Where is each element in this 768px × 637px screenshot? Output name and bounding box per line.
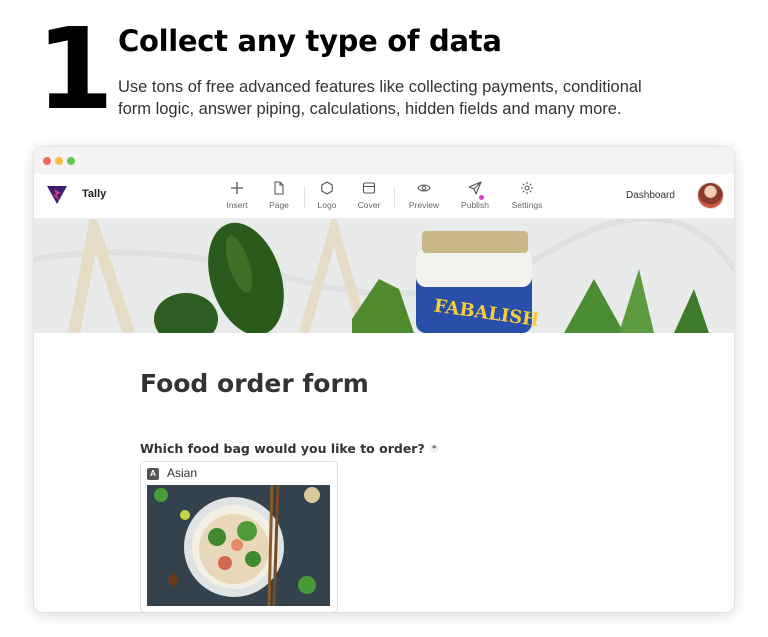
question-label[interactable]: Which food bag would you like to order? * bbox=[140, 441, 439, 456]
form-cover-image: FABALISH bbox=[34, 219, 734, 333]
page-button[interactable]: Page bbox=[254, 181, 304, 210]
plus-icon bbox=[231, 182, 243, 194]
headline: Collect any type of data bbox=[118, 24, 502, 58]
settings-label: Settings bbox=[511, 200, 543, 210]
page-label: Page bbox=[269, 200, 289, 210]
preview-button[interactable]: Preview bbox=[399, 181, 449, 210]
description: Use tons of free advanced features like … bbox=[118, 78, 642, 118]
dashboard-link[interactable]: Dashboard bbox=[626, 190, 675, 201]
editor-toolbar: Tally Insert Page Logo Cover Preview Pub… bbox=[34, 174, 734, 219]
asian-food-image bbox=[147, 485, 330, 606]
question-text: Which food bag would you like to order? bbox=[140, 441, 425, 456]
cover-label: Cover bbox=[357, 200, 381, 210]
brand-name: Tally bbox=[82, 188, 107, 200]
cover-icon bbox=[362, 182, 376, 194]
send-icon bbox=[468, 181, 482, 195]
minimize-window-button[interactable] bbox=[55, 157, 63, 165]
maximize-window-button[interactable] bbox=[67, 157, 75, 165]
step-number: 1 bbox=[36, 5, 114, 135]
publish-indicator-dot bbox=[479, 195, 484, 200]
required-icon: * bbox=[429, 444, 439, 453]
preview-label: Preview bbox=[408, 200, 440, 210]
publish-label: Publish bbox=[461, 200, 489, 210]
toolbar-divider bbox=[394, 186, 395, 208]
cover-button[interactable]: Cover bbox=[344, 181, 394, 210]
window-titlebar bbox=[34, 147, 734, 174]
hexagon-icon bbox=[321, 181, 333, 195]
eye-icon bbox=[417, 184, 431, 192]
close-window-button[interactable] bbox=[43, 157, 51, 165]
form-body: Food order form Which food bag would you… bbox=[34, 333, 734, 612]
settings-button[interactable]: Settings bbox=[502, 181, 552, 210]
app-window: Tally Insert Page Logo Cover Preview Pub… bbox=[34, 147, 734, 612]
user-avatar[interactable] bbox=[698, 183, 723, 208]
page-icon bbox=[274, 181, 284, 195]
tally-logo-icon[interactable] bbox=[46, 184, 68, 206]
form-title[interactable]: Food order form bbox=[140, 369, 369, 398]
publish-button[interactable]: Publish bbox=[450, 181, 500, 210]
option-key-badge: A bbox=[147, 468, 159, 480]
option-card-asian[interactable]: A Asian bbox=[140, 461, 338, 612]
gear-icon bbox=[521, 182, 533, 194]
option-label: Asian bbox=[167, 466, 198, 480]
